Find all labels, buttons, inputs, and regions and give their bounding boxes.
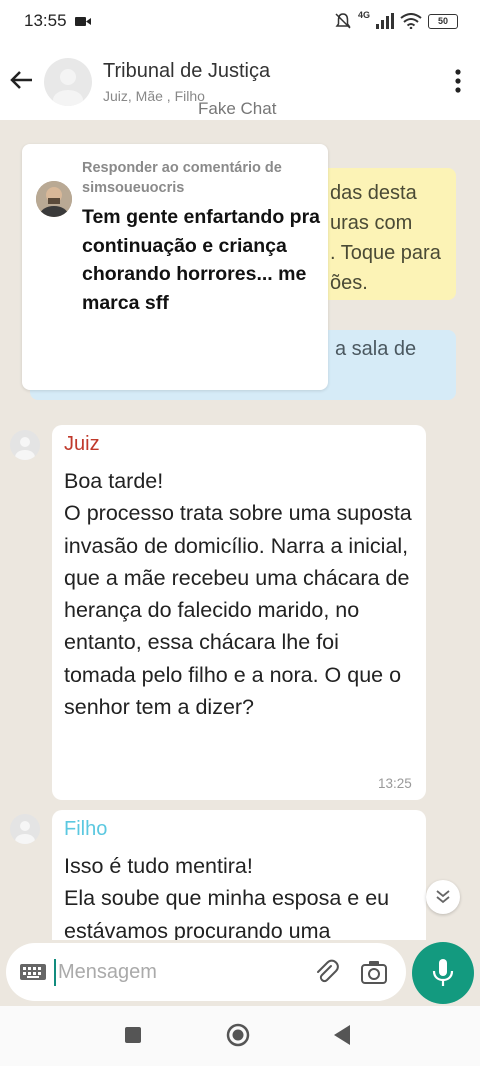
group-avatar[interactable] [44,58,92,106]
composer-bar [0,940,480,1006]
system-nav-bar [0,1006,480,1066]
message-input[interactable] [58,957,298,987]
battery-icon: 50 [428,13,458,29]
signal-icon [376,13,394,29]
sender-avatar[interactable] [10,814,40,844]
chat-participants: Juiz, Mãe , Filho [103,88,205,104]
reply-heading: Responder ao comentário de simsoueuocris [82,160,282,196]
video-camera-icon [75,17,91,26]
message-sender: Juiz [64,433,100,455]
watermark-label: Fake Chat [198,99,277,118]
commenter-avatar [36,181,72,217]
home-icon[interactable] [226,1023,250,1047]
encryption-notice-text: das desta uras com . Toque para ões. [330,182,441,294]
message-text: Isso é tudo mentira! Ela soube que minha… [64,854,390,940]
chat-title[interactable]: Tribunal de Justiça [103,60,270,83]
back-nav-icon[interactable] [332,1024,352,1046]
wifi-icon [400,13,422,29]
status-bar: 13:55 4G 50 [0,0,480,44]
mute-bell-icon [335,13,351,29]
status-icons: 4G 50 [334,10,458,30]
default-avatar-icon [15,821,35,844]
network-type-label: 4G [357,10,370,20]
group-info-notice-text: a sala de [335,338,417,360]
message-text: Boa tarde! O processo trata sobre uma su… [64,469,412,720]
default-avatar-icon [53,69,83,106]
more-options-icon[interactable] [454,68,462,94]
scroll-to-bottom-button[interactable] [426,880,460,914]
reply-comment-text: Tem gente enfartando pra continuação e c… [82,206,321,314]
battery-level: 50 [437,15,448,26]
keyboard-icon[interactable] [20,964,46,980]
voice-message-button[interactable] [412,942,474,1004]
message-time: 13:25 [378,776,412,791]
sender-avatar[interactable] [10,430,40,460]
default-avatar-icon [15,437,35,460]
text-caret [54,959,56,986]
double-chevron-down-icon [436,890,450,904]
attachment-icon[interactable] [312,957,340,985]
camera-icon[interactable] [360,959,388,985]
status-time: 13:55 [24,11,67,30]
recent-apps-icon[interactable] [124,1026,142,1044]
message-field-container[interactable] [6,943,406,1001]
message-sender: Filho [64,818,108,840]
microphone-icon [432,959,454,986]
back-arrow-icon[interactable] [8,66,36,94]
